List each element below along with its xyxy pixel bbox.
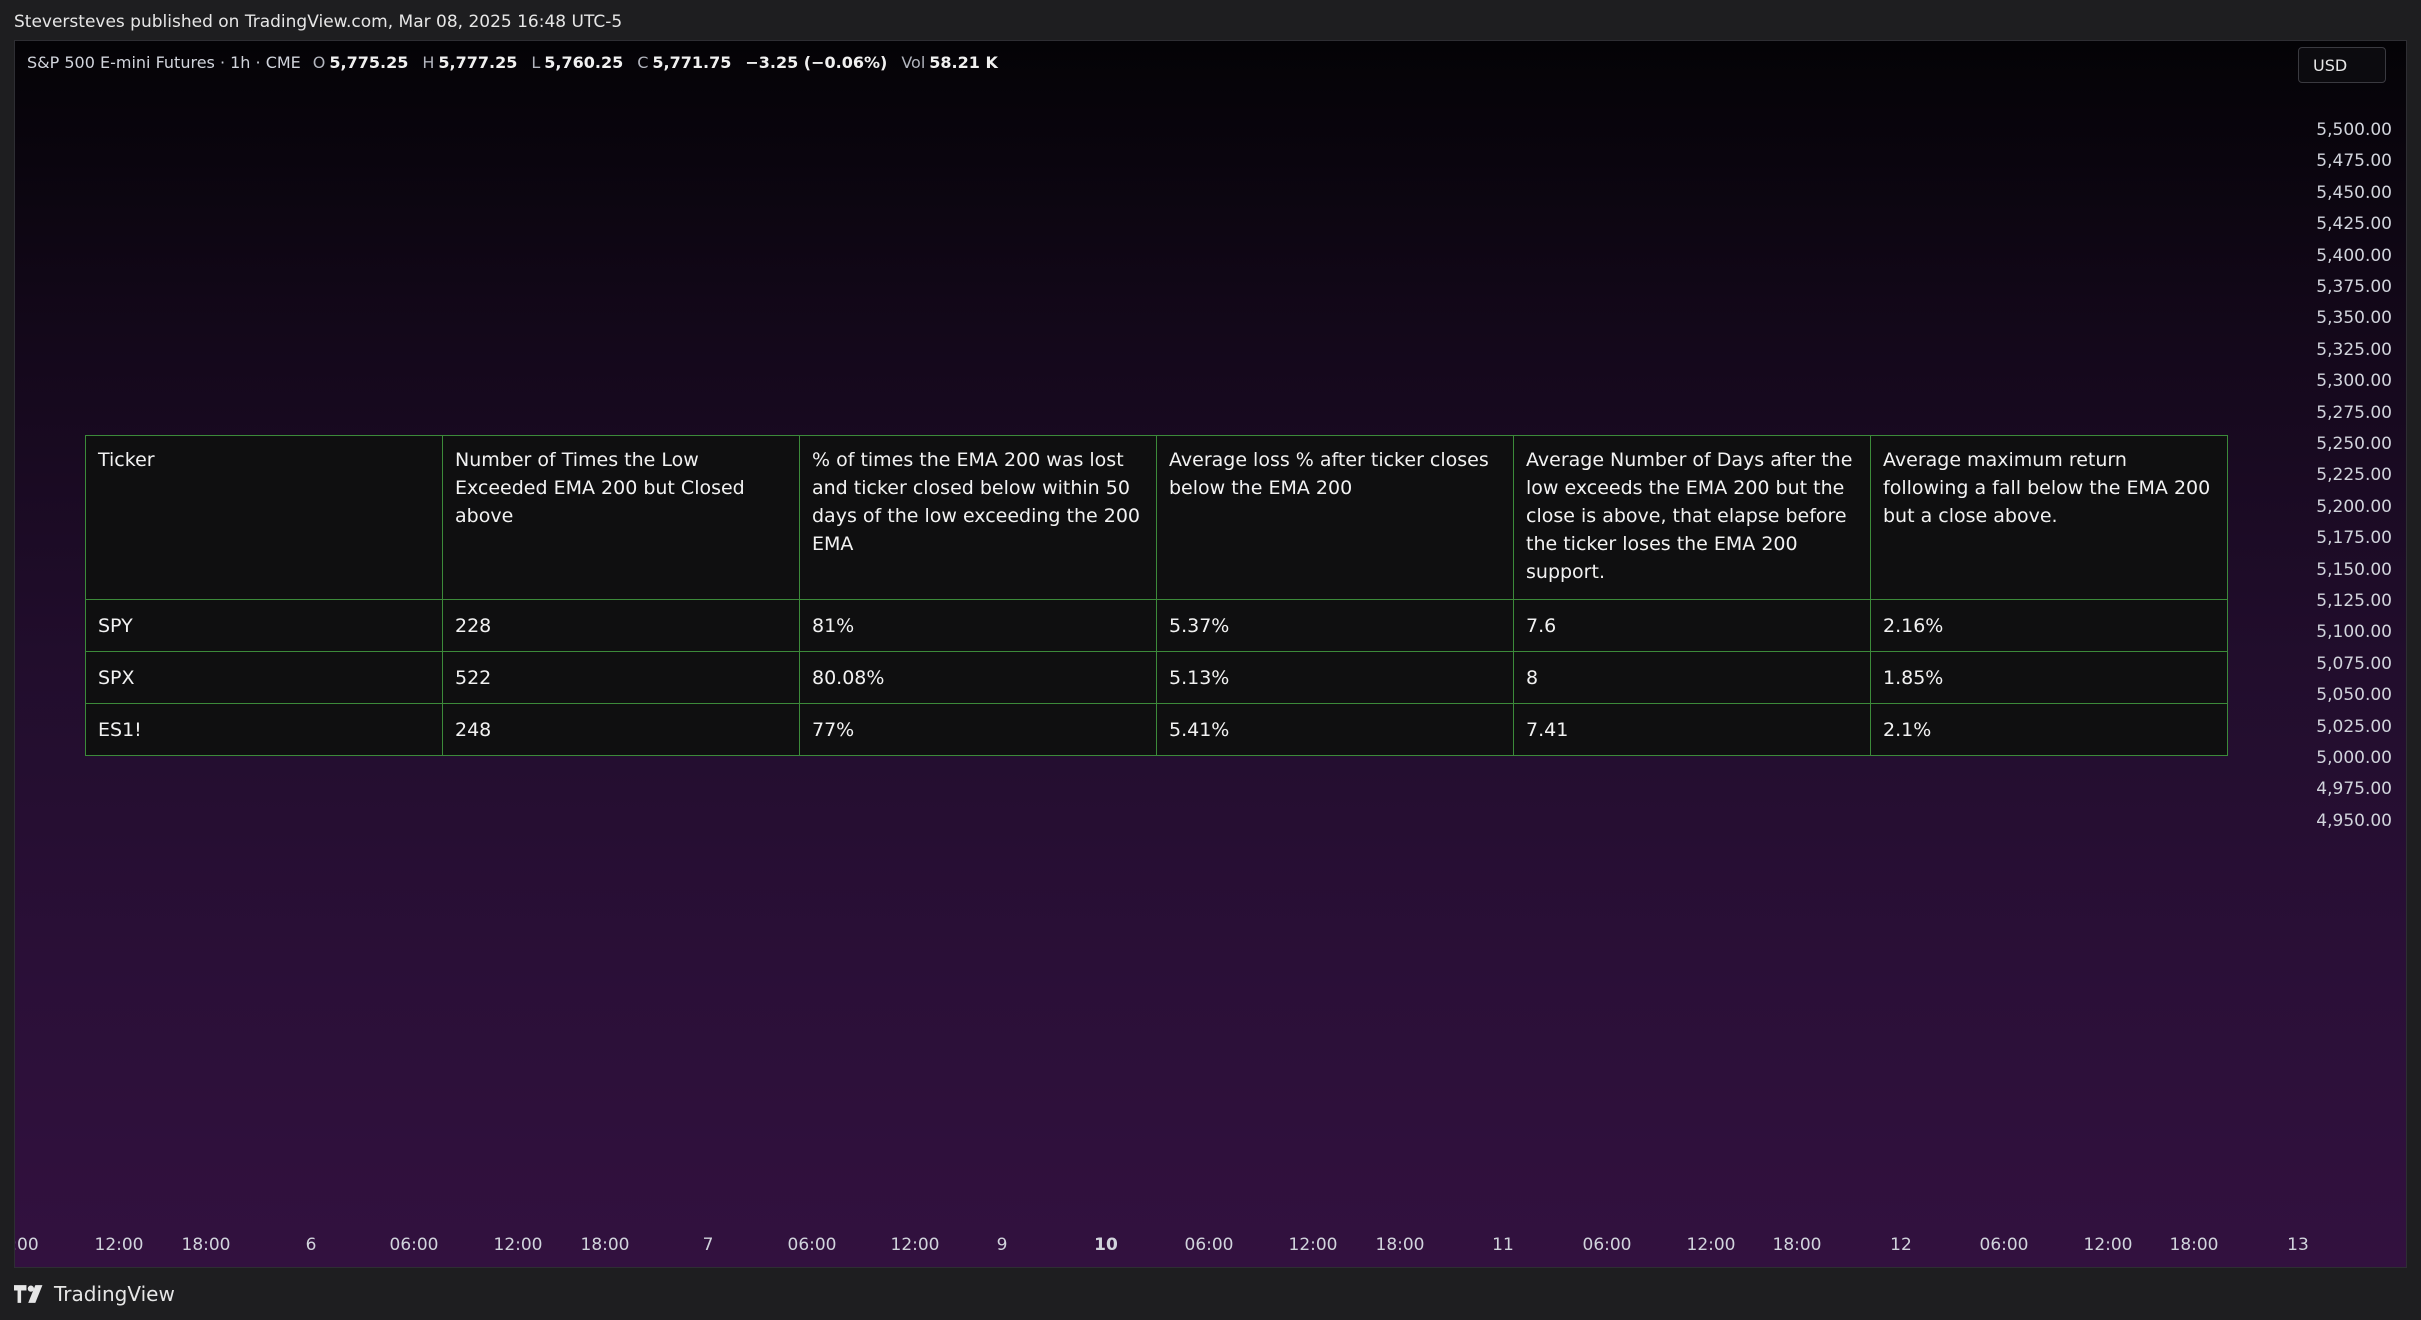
price-tick-label: 5,300.00 — [2316, 371, 2392, 392]
price-tick-label: 5,250.00 — [2316, 434, 2392, 454]
table-cell: 522 — [442, 651, 800, 704]
price-tick-label: 5,150.00 — [2316, 559, 2392, 580]
table-header-cell: % of times the EMA 200 was lost and tick… — [799, 435, 1157, 600]
table-cell: 77% — [799, 703, 1157, 756]
table-row: SPY 228 81% 5.37% 7.6 2.16% — [85, 599, 2228, 652]
table-header-cell: Average Number of Days after the low exc… — [1513, 435, 1871, 600]
table-cell: 5.41% — [1156, 703, 1514, 756]
table-header-cell: Average loss % after ticker closes below… — [1156, 435, 1514, 600]
high-value: 5,777.25 — [438, 53, 518, 72]
footer: TradingView — [14, 1276, 175, 1312]
time-tick-label: 06:00 — [1979, 1235, 2029, 1255]
table-cell: 81% — [799, 599, 1157, 652]
volume-label: Vol — [901, 53, 926, 72]
price-axis[interactable]: 5,500.00 5,475.00 5,450.00 5,425.00 5,400.00… — [2292, 41, 2392, 1267]
price-tick-label: 5,450.00 — [2316, 182, 2392, 203]
price-tick-label: 5,375.00 — [2316, 277, 2392, 297]
table-cell: 5.13% — [1156, 651, 1514, 704]
volume-value: 58.21 K — [929, 53, 998, 72]
price-tick-label: 5,425.00 — [2316, 214, 2392, 235]
close-value: 5,771.75 — [652, 53, 732, 72]
price-tick-label: 5,200.00 — [2316, 496, 2392, 517]
table-cell: 7.6 — [1513, 599, 1871, 652]
publish-header: Steversteves published on TradingView.co… — [14, 0, 622, 44]
table-cell: 228 — [442, 599, 800, 652]
price-tick-label: 5,025.00 — [2316, 716, 2392, 737]
price-tick-label: 5,075.00 — [2316, 653, 2392, 674]
table-row: SPX 522 80.08% 5.13% 8 1.85% — [85, 651, 2228, 704]
table-cell: 248 — [442, 703, 800, 756]
price-tick-label: 5,175.00 — [2316, 528, 2392, 549]
price-tick-label: 5,275.00 — [2316, 402, 2392, 423]
time-tick-label: 06:00 — [1582, 1235, 1632, 1255]
price-tick-label: 5,475.00 — [2316, 151, 2392, 172]
footer-brand[interactable]: TradingView — [54, 1282, 175, 1306]
time-tick-label: 18:00 — [2169, 1235, 2219, 1255]
open-value: 5,775.25 — [329, 53, 409, 72]
table-cell: 8 — [1513, 651, 1871, 704]
table-cell: SPY — [85, 599, 443, 652]
tradingview-logo-icon[interactable] — [14, 1285, 46, 1303]
time-tick-label: 12:00 — [493, 1235, 543, 1255]
symbol-legend: S&P 500 E-mini Futures · 1h · CME O 5,775… — [27, 53, 1008, 72]
time-tick-label: 12:00 — [94, 1235, 144, 1255]
time-tick-label: 10 — [1094, 1235, 1118, 1255]
table-cell: 2.1% — [1870, 703, 2228, 756]
price-tick-label: 5,350.00 — [2316, 308, 2392, 329]
price-tick-label: 5,400.00 — [2316, 245, 2392, 266]
table-cell: 7.41 — [1513, 703, 1871, 756]
table-cell: 5.37% — [1156, 599, 1514, 652]
table-cell: 1.85% — [1870, 651, 2228, 704]
time-tick-label: :00 — [14, 1235, 39, 1255]
price-tick-label: 4,975.00 — [2316, 779, 2392, 800]
time-tick-label: 18:00 — [580, 1235, 630, 1255]
chart-pane[interactable]: S&P 500 E-mini Futures · 1h · CME O 5,775… — [14, 40, 2407, 1268]
price-tick-label: 5,125.00 — [2316, 591, 2392, 611]
open-label: O — [312, 53, 326, 72]
price-tick-label: 5,100.00 — [2316, 622, 2392, 643]
table-header-cell: Number of Times the Low Exceeded EMA 200… — [442, 435, 800, 600]
low-value: 5,760.25 — [544, 53, 624, 72]
ema-stats-table: Ticker Number of Times the Low Exceeded E… — [85, 435, 2228, 756]
time-tick-label: 13 — [2287, 1235, 2309, 1255]
price-tick-label: 4,950.00 — [2316, 810, 2392, 831]
time-axis[interactable]: :00 12:00 18:00 6 06:00 12:00 18:00 7 06:00 12:00… — [15, 1227, 2406, 1267]
time-tick-label: 06:00 — [787, 1235, 837, 1255]
symbol-name[interactable]: S&P 500 E-mini Futures · 1h · CME — [27, 53, 301, 72]
price-tick-label: 5,500.00 — [2316, 120, 2392, 140]
price-tick-label: 5,000.00 — [2316, 748, 2392, 768]
price-tick-label: 5,225.00 — [2316, 465, 2392, 486]
time-tick-label: 12:00 — [890, 1235, 940, 1255]
time-tick-label: 9 — [996, 1235, 1008, 1255]
price-tick-label: 5,325.00 — [2316, 339, 2392, 360]
time-tick-label: 18:00 — [1772, 1235, 1822, 1255]
table-header-row: Ticker Number of Times the Low Exceeded E… — [85, 435, 2228, 600]
close-label: C — [637, 53, 649, 72]
time-tick-label: 7 — [702, 1235, 714, 1255]
time-tick-label: 12:00 — [1686, 1235, 1736, 1255]
time-tick-label: 06:00 — [389, 1235, 439, 1255]
high-label: H — [422, 53, 435, 72]
time-tick-label: 12:00 — [2083, 1235, 2133, 1255]
price-tick-label: 5,050.00 — [2316, 685, 2392, 706]
table-cell: 2.16% — [1870, 599, 2228, 652]
change-value: −3.25 (−0.06%) — [745, 53, 888, 72]
time-tick-label: 06:00 — [1184, 1235, 1234, 1255]
time-tick-label: 6 — [305, 1235, 317, 1255]
time-tick-label: 11 — [1492, 1235, 1514, 1255]
table-cell: ES1! — [85, 703, 443, 756]
table-header-cell: Ticker — [85, 435, 443, 600]
time-tick-label: 18:00 — [1375, 1235, 1425, 1255]
table-row: ES1! 248 77% 5.41% 7.41 2.1% — [85, 703, 2228, 756]
time-tick-label: 12 — [1890, 1235, 1912, 1255]
time-tick-label: 12:00 — [1288, 1235, 1338, 1255]
table-cell: SPX — [85, 651, 443, 704]
table-cell: 80.08% — [799, 651, 1157, 704]
low-label: L — [531, 53, 541, 72]
time-tick-label: 18:00 — [181, 1235, 231, 1255]
publish-line: Steversteves published on TradingView.co… — [14, 12, 623, 32]
table-header-cell: Average maximum return following a fall … — [1870, 435, 2228, 600]
